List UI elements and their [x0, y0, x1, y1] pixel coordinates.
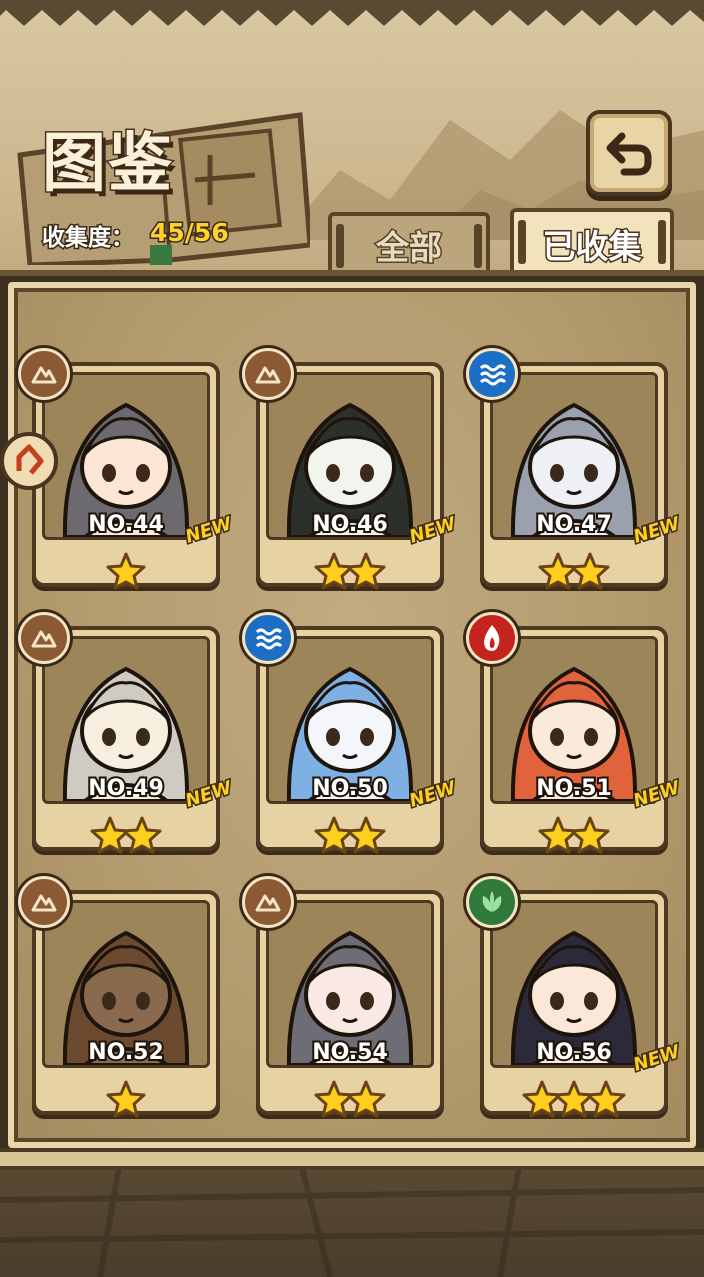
panel-bottom-bar [0, 1148, 704, 1170]
star-icon [346, 816, 386, 854]
back-button[interactable] [586, 110, 672, 196]
star-rating [32, 1080, 220, 1118]
side-tab-button[interactable] [0, 432, 58, 490]
star-rating [256, 1080, 444, 1118]
monster-card[interactable]: NO.44 NEW [18, 348, 236, 590]
star-icon [106, 552, 146, 590]
mountain-icon [242, 348, 294, 400]
mountain-icon [242, 876, 294, 928]
leaf-icon [466, 876, 518, 928]
tab-all[interactable]: 全部 [328, 212, 490, 278]
monster-number: NO.52 [86, 1038, 166, 1067]
waves-icon [466, 348, 518, 400]
star-rating [480, 552, 668, 590]
monster-card[interactable]: NO.49 NEW [18, 612, 236, 854]
star-rating [256, 552, 444, 590]
monster-card[interactable]: NO.56 NEW [466, 876, 684, 1118]
monster-card[interactable]: NO.54 [242, 876, 444, 1118]
collection-progress: 45/56 [149, 217, 231, 249]
mountain-icon [18, 612, 70, 664]
star-icon [346, 1080, 386, 1118]
star-rating [32, 816, 220, 854]
monster-number: NO.54 [310, 1038, 390, 1067]
collection-label: 收集度： [41, 224, 136, 253]
star-rating [32, 552, 220, 590]
star-rating [480, 1080, 668, 1118]
star-icon [570, 552, 610, 590]
monster-card[interactable]: NO.52 [18, 876, 220, 1118]
star-icon [586, 1080, 626, 1118]
star-icon [106, 1080, 146, 1118]
star-rating [256, 816, 444, 854]
side-arrow-icon [16, 444, 44, 475]
star-icon [346, 552, 386, 590]
monster-card[interactable]: NO.51 NEW [466, 612, 684, 854]
star-icon [570, 816, 610, 854]
star-icon [122, 816, 162, 854]
monster-card[interactable]: NO.46 NEW [242, 348, 460, 590]
return-arrow-icon [606, 132, 652, 176]
torn-edge-decoration [0, 0, 704, 26]
mountain-icon [18, 348, 70, 400]
mountain-icon [18, 876, 70, 928]
monster-card[interactable]: NO.50 NEW [242, 612, 460, 854]
flame-icon [466, 612, 518, 664]
bottom-ground [0, 1160, 704, 1277]
star-rating [480, 816, 668, 854]
page-title: 图鉴 [41, 125, 174, 203]
waves-icon [242, 612, 294, 664]
monster-card[interactable]: NO.47 NEW [466, 348, 684, 590]
